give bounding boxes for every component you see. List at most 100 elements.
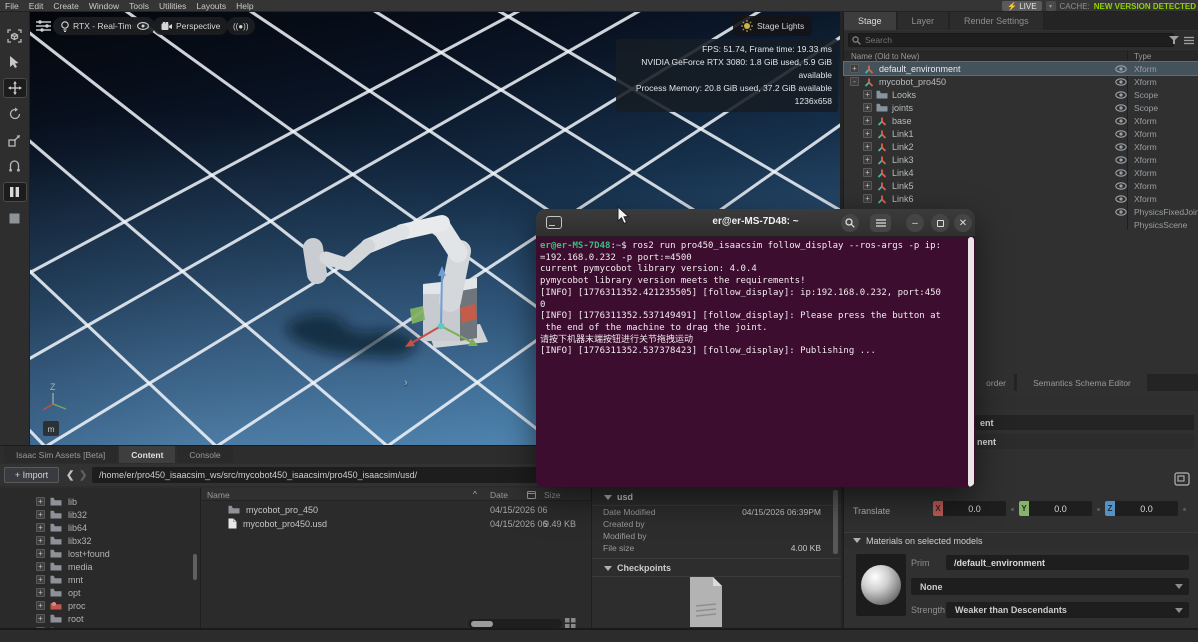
audio-button[interactable]: ((●)) (227, 17, 255, 35)
tab-console[interactable]: Console (177, 446, 232, 463)
stage-row-base[interactable]: +baseXform (844, 114, 1198, 127)
stage-row-link3[interactable]: +Link3Xform (844, 153, 1198, 166)
dir-item-mnt[interactable]: +mnt (0, 573, 200, 586)
rotate-tool[interactable] (3, 104, 27, 124)
camera-button[interactable]: Perspective (153, 17, 228, 35)
axis-link-dot[interactable] (1183, 508, 1186, 511)
menu-window[interactable]: Window (89, 1, 119, 11)
axis-link-dot[interactable] (1011, 508, 1014, 511)
live-dropdown-caret[interactable]: ▾ (1046, 1, 1056, 11)
expander-icon[interactable]: + (863, 90, 872, 99)
file-item-mycobot_pro_450[interactable]: mycobot_pro_45004/15/2026 06 (202, 503, 590, 516)
expand-chevron-icon[interactable]: › (404, 377, 408, 389)
terminal-window[interactable]: er@er-MS-7D48: ~ – ✕ er@er-MS-7D48:~$ ro… (536, 209, 975, 487)
details-scrollbar[interactable] (833, 490, 838, 554)
maximize-button[interactable] (931, 214, 949, 232)
menu-help[interactable]: Help (236, 1, 253, 11)
translate-x-field[interactable]: 0.0 (943, 501, 1006, 516)
expander-icon[interactable]: + (863, 181, 872, 190)
stage-row-link1[interactable]: +Link1Xform (844, 127, 1198, 140)
live-button[interactable]: ⚡LIVE (1002, 1, 1041, 11)
menu-layouts[interactable]: Layouts (196, 1, 226, 11)
terminal-output[interactable]: er@er-MS-7D48:~$ ros2 run pro450_isaacsi… (536, 237, 975, 487)
expander-icon[interactable]: + (863, 116, 872, 125)
slider-handle[interactable] (471, 621, 493, 627)
stage-row-mycobot_pro450[interactable]: -mycobot_pro450Xform (844, 75, 1198, 88)
directory-scrollbar[interactable] (193, 554, 197, 580)
expander-icon[interactable]: - (850, 77, 859, 86)
forward-arrow-icon[interactable]: ❯ (79, 467, 87, 483)
expander-icon[interactable]: + (36, 510, 45, 519)
terminal-search-button[interactable] (841, 214, 859, 232)
dir-item-lost+found[interactable]: +lost+found (0, 547, 200, 560)
details-usd-section[interactable]: usd (592, 488, 841, 506)
visibility-eye-icon[interactable] (1115, 130, 1127, 140)
filter-icon[interactable] (1169, 36, 1179, 45)
dir-item-libx32[interactable]: +libx32 (0, 534, 200, 547)
visibility-eye-icon[interactable] (1115, 104, 1127, 114)
visibility-eye-icon[interactable] (1115, 117, 1127, 127)
visibility-eye-icon[interactable] (1115, 208, 1127, 218)
stage-row-joints[interactable]: +jointsScope (844, 101, 1198, 114)
expander-icon[interactable]: + (36, 601, 45, 610)
import-button[interactable]: + Import (4, 467, 59, 483)
file-item-mycobot_pro450.usd[interactable]: mycobot_pro450.usd04/15/2026 069.49 KB (202, 517, 590, 530)
visibility-eye-icon[interactable] (1115, 143, 1127, 153)
frame-select-tool[interactable] (3, 26, 27, 46)
visibility-eye-icon[interactable] (1115, 169, 1127, 179)
visibility-eye-icon[interactable] (1115, 182, 1127, 192)
pause-button[interactable] (3, 182, 27, 202)
stage-row-looks[interactable]: +LooksScope (844, 88, 1198, 101)
menu-create[interactable]: Create (53, 1, 79, 11)
move-tool[interactable] (3, 78, 27, 98)
strength-dropdown[interactable]: Weaker than Descendants (946, 602, 1189, 618)
expander-icon[interactable]: + (36, 588, 45, 597)
expander-icon[interactable]: + (863, 168, 872, 177)
visibility-eye-icon[interactable] (1115, 195, 1127, 205)
close-button[interactable]: ✕ (954, 214, 972, 232)
stop-button[interactable] (3, 208, 27, 228)
terminal-menu-button[interactable] (870, 214, 891, 232)
dir-item-root[interactable]: +root (0, 612, 200, 625)
stage-row-link5[interactable]: +Link5Xform (844, 179, 1198, 192)
menu-utilities[interactable]: Utilities (159, 1, 186, 11)
back-arrow-icon[interactable]: ❮ (66, 467, 74, 483)
details-checkpoints-section[interactable]: Checkpoints (592, 558, 841, 577)
prim-path-field[interactable]: /default_environment (946, 555, 1189, 570)
expander-icon[interactable]: + (36, 536, 45, 545)
dir-item-lib[interactable]: +lib (0, 495, 200, 508)
terminal-scrollbar[interactable] (968, 237, 974, 487)
dock-options-icon[interactable] (1174, 472, 1190, 486)
dir-item-lib64[interactable]: +lib64 (0, 521, 200, 534)
material-dropdown[interactable]: None (911, 578, 1189, 595)
tab-render-settings[interactable]: Render Settings (950, 12, 1043, 30)
stage-lights-button[interactable]: Stage Lights (733, 16, 812, 36)
expander-icon[interactable]: + (850, 64, 859, 73)
stage-row-link6[interactable]: +Link6Xform (844, 192, 1198, 205)
expander-icon[interactable]: + (863, 129, 872, 138)
expander-icon[interactable]: + (36, 562, 45, 571)
viewport-settings-icon[interactable] (35, 19, 52, 34)
file-list-header[interactable]: Name ^ Date Size (202, 488, 590, 501)
terminal-titlebar[interactable]: er@er-MS-7D48: ~ – ✕ (536, 209, 975, 237)
stage-row-link4[interactable]: +Link4Xform (844, 166, 1198, 179)
expander-icon[interactable]: + (863, 194, 872, 203)
visibility-eye-icon[interactable] (1115, 65, 1127, 75)
translate-y-field[interactable]: 0.0 (1029, 501, 1092, 516)
expander-icon[interactable]: + (863, 103, 872, 112)
dir-item-proc[interactable]: +proc (0, 599, 200, 612)
minimize-button[interactable]: – (906, 214, 924, 232)
visibility-button[interactable] (131, 17, 155, 35)
expander-icon[interactable]: + (863, 155, 872, 164)
translate-z-field[interactable]: 0.0 (1115, 501, 1178, 516)
visibility-eye-icon[interactable] (1115, 78, 1127, 88)
thumbnail-size-slider[interactable] (468, 619, 562, 628)
expander-icon[interactable]: + (36, 575, 45, 584)
expander-icon[interactable]: + (36, 614, 45, 623)
menu-edit[interactable]: Edit (29, 1, 44, 11)
stage-row-link2[interactable]: +Link2Xform (844, 140, 1198, 153)
snap-tool[interactable] (3, 156, 27, 176)
expander-icon[interactable]: + (36, 497, 45, 506)
stage-row-default_environment[interactable]: +default_environmentXform (844, 62, 1198, 75)
tab-layer[interactable]: Layer (898, 12, 949, 30)
